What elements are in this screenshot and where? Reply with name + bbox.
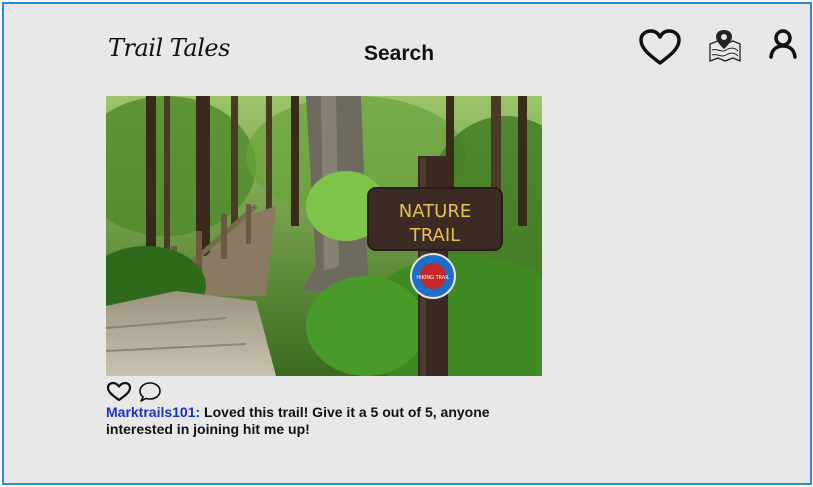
- map-location-icon[interactable]: [707, 28, 743, 69]
- sign-text-line1: NATURE: [399, 201, 471, 222]
- post-username[interactable]: Marktrails101:: [106, 404, 200, 420]
- heart-icon[interactable]: [638, 28, 682, 73]
- app-frame: Trail Tales Search NATURE TRAIL HIKING T…: [2, 2, 812, 485]
- post-caption: Marktrails101: Loved this trail! Give it…: [106, 404, 516, 438]
- user-icon[interactable]: [768, 28, 798, 65]
- search-link[interactable]: Search: [364, 42, 434, 66]
- sign-text-line2: TRAIL: [409, 225, 460, 246]
- sign-badge-text: HIKING TRAIL: [416, 275, 449, 281]
- app-logo[interactable]: Trail Tales: [108, 34, 230, 62]
- post-photo[interactable]: NATURE TRAIL HIKING TRAIL: [106, 96, 542, 376]
